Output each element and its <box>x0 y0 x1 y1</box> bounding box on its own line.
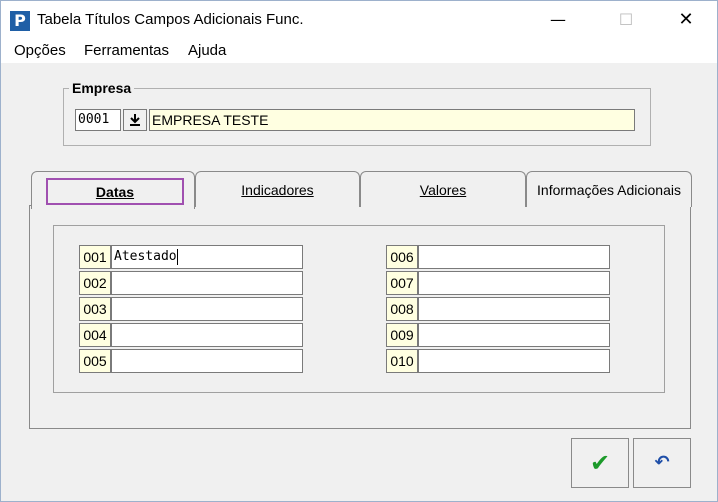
maximize-button[interactable]: ☐ <box>603 1 649 39</box>
undo-arrow-icon: ↶ <box>654 452 670 473</box>
empresa-lookup-button[interactable] <box>123 109 147 131</box>
menu-bar: Opções Ferramentas Ajuda <box>1 39 717 63</box>
field-label-006: 006 <box>386 245 418 269</box>
field-input-008[interactable] <box>418 297 610 321</box>
field-input-002[interactable] <box>111 271 303 295</box>
field-label-003: 003 <box>79 297 111 321</box>
tab-valores[interactable]: Valores <box>360 171 526 207</box>
main-window: P Tabela Títulos Campos Adicionais Func.… <box>0 0 718 502</box>
tab-focus-rect: Datas <box>46 178 184 205</box>
menu-opcoes[interactable]: Opções <box>14 42 66 59</box>
title-bar: P Tabela Títulos Campos Adicionais Func.… <box>1 1 717 39</box>
app-logo-icon: P <box>10 11 30 31</box>
field-input-007[interactable] <box>418 271 610 295</box>
field-input-006[interactable] <box>418 245 610 269</box>
confirm-button[interactable]: ✔ <box>571 438 629 488</box>
field-input-003[interactable] <box>111 297 303 321</box>
undo-button[interactable]: ↶ <box>633 438 691 488</box>
field-label-001: 001 <box>79 245 111 269</box>
field-input-004[interactable] <box>111 323 303 347</box>
field-label-007: 007 <box>386 271 418 295</box>
field-label-005: 005 <box>79 349 111 373</box>
window-title: Tabela Títulos Campos Adicionais Func. <box>37 11 304 28</box>
tab-informacoes-label: Informações Adicionais <box>537 182 681 198</box>
field-label-010: 010 <box>386 349 418 373</box>
field-label-004: 004 <box>79 323 111 347</box>
menu-ferramentas[interactable]: Ferramentas <box>84 42 169 59</box>
text-caret <box>176 248 178 265</box>
field-input-001[interactable]: Atestado <box>111 245 303 269</box>
close-button[interactable]: ✕ <box>663 1 709 39</box>
tab-datas-label: Datas <box>95 184 135 200</box>
field-label-008: 008 <box>386 297 418 321</box>
field-value-001: Atestado <box>114 249 177 264</box>
minimize-button[interactable]: — <box>535 1 581 39</box>
field-input-009[interactable] <box>418 323 610 347</box>
menu-ajuda[interactable]: Ajuda <box>188 42 226 59</box>
tab-datas[interactable]: Datas <box>31 171 195 209</box>
tab-indicadores-label: Indicadores <box>241 182 314 198</box>
tab-informacoes-adicionais[interactable]: Informações Adicionais <box>526 171 692 207</box>
download-arrow-icon <box>130 114 140 126</box>
field-label-009: 009 <box>386 323 418 347</box>
empresa-name-field: EMPRESA TESTE <box>149 109 635 131</box>
checkmark-icon: ✔ <box>589 449 611 477</box>
field-label-002: 002 <box>79 271 111 295</box>
tab-valores-label: Valores <box>419 182 467 198</box>
tab-indicadores[interactable]: Indicadores <box>195 171 360 207</box>
field-input-010[interactable] <box>418 349 610 373</box>
empresa-code-field[interactable]: 0001 <box>75 109 121 131</box>
empresa-legend: Empresa <box>69 80 135 96</box>
field-input-005[interactable] <box>111 349 303 373</box>
